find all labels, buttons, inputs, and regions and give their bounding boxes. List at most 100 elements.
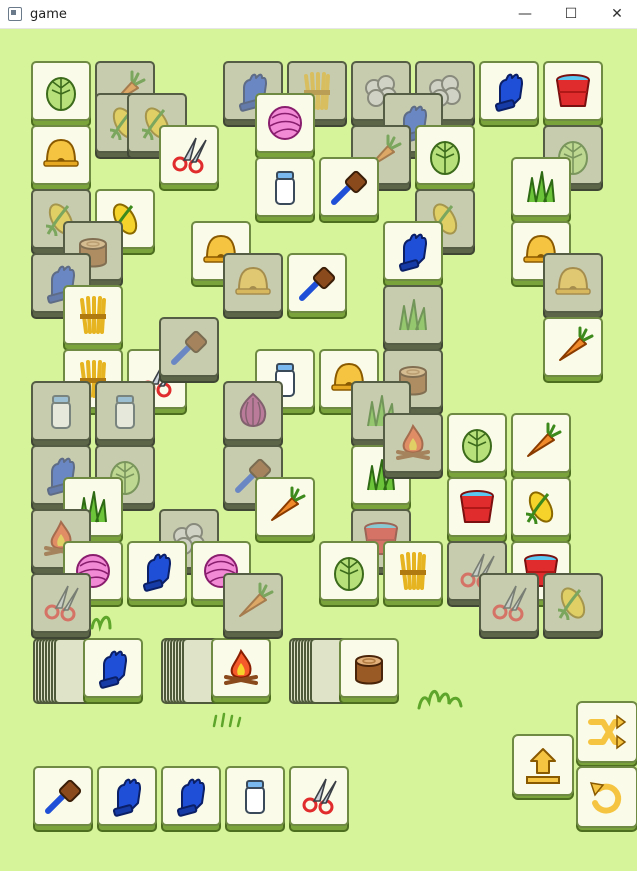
maximize-button[interactable]: ☐	[548, 0, 594, 28]
wheat-bundle-icon	[80, 296, 106, 334]
board-tile[interactable]	[287, 253, 347, 319]
stack-top-tile[interactable]	[211, 638, 271, 704]
board-tile[interactable]	[543, 61, 603, 127]
pop-out-button[interactable]	[512, 734, 574, 800]
grass-doodle-icon	[90, 615, 112, 632]
undo-button[interactable]	[576, 766, 637, 832]
campfire-icon	[396, 423, 430, 460]
stack-top-tile[interactable]	[339, 638, 399, 704]
milk-bottle-icon	[115, 395, 135, 429]
tray-slot	[161, 766, 221, 832]
board-tile[interactable]	[319, 157, 379, 223]
board-tile[interactable]	[383, 541, 443, 607]
yarn-ball-icon	[268, 106, 302, 140]
carrot-icon	[239, 582, 274, 617]
board-tile	[223, 381, 283, 447]
grass-doodle-icon	[212, 712, 242, 728]
shears-icon	[44, 585, 79, 622]
board-tile[interactable]	[255, 157, 315, 223]
grass-icon	[399, 299, 427, 331]
shears-icon	[302, 778, 337, 815]
wheat-bundle-icon	[400, 552, 426, 590]
tray-slot	[33, 766, 93, 832]
glove-icon	[112, 778, 141, 817]
cabbage-icon	[462, 429, 492, 463]
undo-icon	[576, 766, 637, 828]
cabbage-icon	[334, 557, 364, 591]
board-tile[interactable]	[31, 125, 91, 191]
glove-icon	[176, 778, 205, 817]
campfire-icon	[224, 648, 258, 685]
tree-stump-icon	[355, 655, 383, 685]
board-tile	[223, 253, 283, 319]
grass-doodle-icon	[417, 690, 463, 710]
glove-icon	[494, 73, 523, 112]
onion-icon	[239, 392, 267, 427]
close-button[interactable]: ✕	[594, 0, 637, 28]
game-board	[0, 28, 637, 871]
board-tile[interactable]	[479, 61, 539, 127]
cabbage-icon	[46, 77, 76, 111]
board-tile[interactable]	[31, 61, 91, 127]
brush-icon	[331, 170, 368, 205]
window-title: game	[30, 6, 67, 22]
minimize-button[interactable]: —	[502, 0, 548, 28]
app-icon	[8, 7, 22, 21]
glove-icon	[98, 650, 127, 689]
board-tile[interactable]	[255, 93, 315, 159]
shuffle-button[interactable]	[576, 701, 637, 767]
board-tile[interactable]	[415, 125, 475, 191]
shuffle-icon	[576, 701, 637, 763]
board-tile	[543, 253, 603, 319]
board-tile	[383, 285, 443, 351]
board-tile	[479, 573, 539, 639]
board-tile[interactable]	[383, 221, 443, 287]
board-tile	[31, 573, 91, 639]
brush-icon	[171, 330, 208, 365]
board-tile[interactable]	[511, 157, 571, 223]
board-tile[interactable]	[63, 285, 123, 351]
bucket-icon	[460, 490, 494, 523]
bell-icon	[235, 266, 271, 295]
board-tile[interactable]	[511, 477, 571, 543]
milk-bottle-icon	[51, 395, 71, 429]
board-tile[interactable]	[511, 413, 571, 479]
board-tile[interactable]	[447, 477, 507, 543]
board-tile[interactable]	[447, 413, 507, 479]
shears-icon	[492, 585, 527, 622]
bucket-icon	[556, 74, 590, 107]
corn-icon	[525, 491, 554, 525]
bell-icon	[43, 138, 79, 167]
board-tile[interactable]	[127, 541, 187, 607]
milk-bottle-icon	[245, 780, 265, 814]
stack-top-tile[interactable]	[83, 638, 143, 704]
brush-icon	[299, 266, 336, 301]
board-tile[interactable]	[543, 317, 603, 383]
corn-icon	[557, 587, 586, 621]
board-tile[interactable]	[159, 125, 219, 191]
board-tile	[159, 317, 219, 383]
board-tile	[383, 413, 443, 479]
board-tile[interactable]	[319, 541, 379, 607]
shears-icon	[172, 137, 207, 174]
carrot-icon	[559, 326, 594, 361]
brush-icon	[45, 779, 82, 814]
grass-icon	[527, 171, 555, 203]
milk-bottle-icon	[275, 171, 295, 205]
tray-slot	[225, 766, 285, 832]
tray-slot	[289, 766, 349, 832]
board-tile	[31, 381, 91, 447]
title-bar: game — ☐ ✕	[0, 0, 637, 29]
board-tile[interactable]	[255, 477, 315, 543]
pop-out-icon	[512, 734, 574, 796]
tray-slot	[97, 766, 157, 832]
bell-icon	[555, 266, 591, 295]
carrot-icon	[271, 486, 306, 521]
board-tile	[543, 573, 603, 639]
board-tile	[95, 381, 155, 447]
carrot-icon	[527, 422, 562, 457]
glove-icon	[142, 553, 171, 592]
glove-icon	[398, 233, 427, 272]
cabbage-icon	[430, 141, 460, 175]
board-tile	[223, 573, 283, 639]
